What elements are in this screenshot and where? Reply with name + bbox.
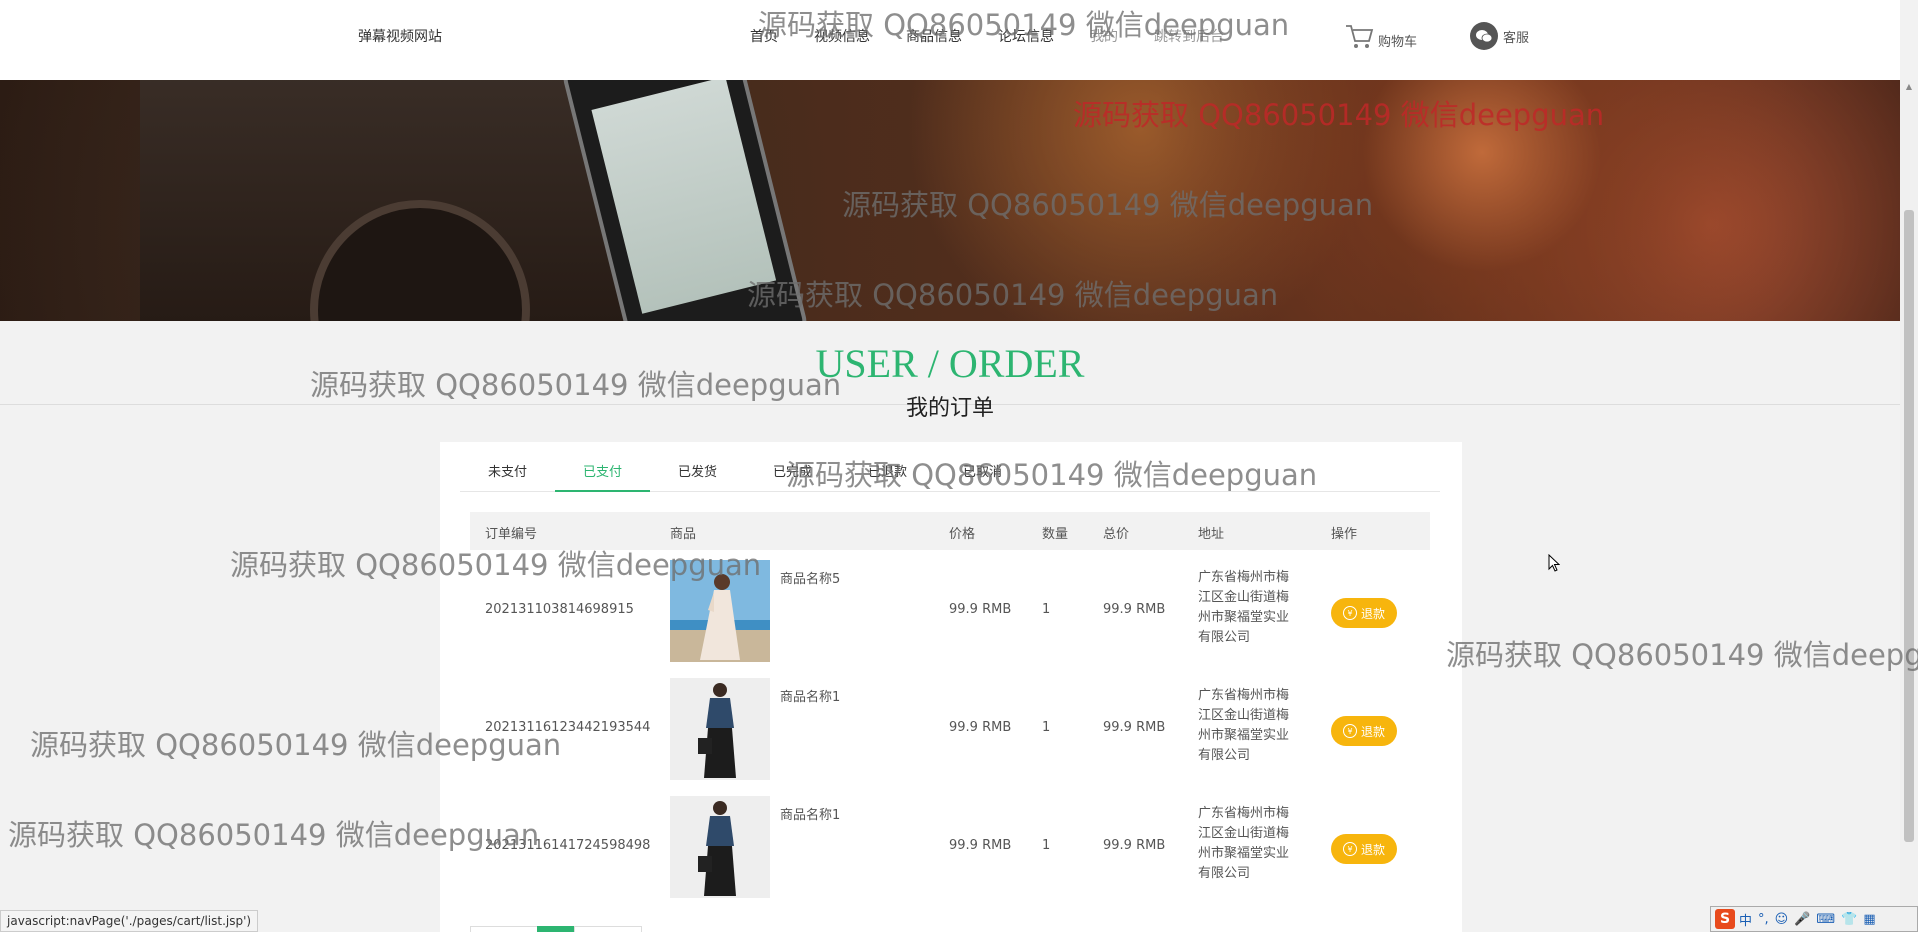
yen-icon: ¥ [1342, 842, 1357, 856]
order-status-tabs: 未支付 已支付 已发货 已完成 已退款 已取消 [460, 454, 1440, 492]
refund-label: 退款 [1360, 606, 1385, 621]
quantity: 1 [1042, 720, 1051, 735]
page-prev-button[interactable] [470, 926, 538, 932]
address: 广东省梅州市梅江区金山街道梅州市聚福堂实业有限公司 [1198, 806, 1290, 881]
section-title: USER / ORDER [815, 341, 1085, 386]
tab-completed[interactable]: 已完成 [745, 454, 840, 491]
main-nav: 首页 视频信息 商品信息 论坛信息 我的 跳转到后台 [750, 26, 1260, 46]
order-number: 202131103814698915 [485, 602, 634, 617]
pagination [470, 926, 642, 932]
quantity: 1 [1042, 602, 1051, 617]
mouse-cursor-icon [1548, 554, 1560, 572]
tab-unpaid[interactable]: 未支付 [460, 454, 555, 491]
wechat-icon [1470, 22, 1498, 50]
nav-admin[interactable]: 跳转到后台 [1154, 26, 1224, 46]
order-number: 20213116123442193544 [485, 720, 651, 735]
refund-label: 退款 [1360, 842, 1385, 857]
ime-voice-icon[interactable]: 🎤 [1794, 912, 1810, 927]
yen-icon: ¥ [1342, 724, 1357, 738]
cart-link[interactable]: 购物车 [1344, 22, 1417, 50]
shopping-cart-icon [1346, 25, 1374, 48]
sogou-logo-icon[interactable]: S [1715, 909, 1735, 929]
price: 99.9 RMB [949, 720, 1012, 735]
cart-label: 购物车 [1378, 35, 1418, 50]
col-product: 商品 [670, 527, 697, 542]
address: 广东省梅州市梅江区金山街道梅州市聚福堂实业有限公司 [1198, 688, 1290, 763]
col-price: 价格 [949, 527, 976, 542]
site-name[interactable]: 弹幕视频网站 [358, 26, 442, 46]
scrollbar-thumb[interactable] [1904, 210, 1914, 842]
nav-product-info[interactable]: 商品信息 [906, 26, 962, 46]
table-row: 202131103814698915 商品名称5 99.9 RMB 1 99.9… [470, 552, 1430, 670]
section-subtitle: 我的订单 [905, 396, 994, 421]
banner-image [0, 80, 1900, 321]
address: 广东省梅州市梅江区金山街道梅州市聚福堂实业有限公司 [1198, 570, 1290, 645]
price: 99.9 RMB [949, 838, 1012, 853]
watermark-text: 源码获取 QQ86050149 微信deepguan [1446, 638, 1918, 672]
ime-keyboard-icon[interactable]: ⌨ [1816, 912, 1835, 927]
col-address: 地址 [1198, 527, 1225, 542]
col-total: 总价 [1103, 527, 1130, 542]
orders-panel: 未支付 已支付 已发货 已完成 已退款 已取消 订单编号 商品 价格 数量 总价… [440, 442, 1462, 932]
nav-mine[interactable]: 我的 [1090, 26, 1118, 46]
tab-paid[interactable]: 已支付 [555, 454, 650, 492]
ime-language-toggle[interactable]: 中 [1739, 910, 1752, 929]
refund-button[interactable]: ¥ 退款 [1331, 598, 1397, 628]
tab-cancelled[interactable]: 已取消 [935, 454, 1030, 491]
customer-service-link[interactable]: 客服 [1470, 22, 1529, 50]
product-name[interactable]: 商品名称1 [780, 686, 840, 705]
refund-label: 退款 [1360, 724, 1385, 739]
product-thumbnail[interactable] [670, 560, 770, 662]
ime-menu-icon[interactable]: ▦ [1863, 912, 1875, 927]
order-number: 20213116141724598498 [485, 838, 651, 853]
col-action: 操作 [1331, 527, 1358, 542]
total-price: 99.9 RMB [1103, 602, 1166, 617]
total-price: 99.9 RMB [1103, 720, 1166, 735]
top-navigation-bar: 弹幕视频网站 首页 视频信息 商品信息 论坛信息 我的 跳转到后台 购物车 客服 [0, 0, 1900, 80]
table-row: 20213116123442193544 商品名称1 99.9 RMB 1 99… [470, 670, 1430, 788]
product-thumbnail[interactable] [670, 796, 770, 898]
page-next-button[interactable] [574, 926, 642, 932]
product-thumbnail[interactable] [670, 678, 770, 780]
product-name[interactable]: 商品名称1 [780, 804, 840, 823]
quantity: 1 [1042, 838, 1051, 853]
product-name[interactable]: 商品名称5 [780, 568, 840, 587]
ime-toolbar: S 中 °, ☺ 🎤 ⌨ 👕 ▦ [1710, 906, 1918, 932]
nav-forum-info[interactable]: 论坛信息 [998, 26, 1054, 46]
nav-home[interactable]: 首页 [750, 26, 778, 46]
ime-emoji-icon[interactable]: ☺ [1775, 912, 1789, 927]
price: 99.9 RMB [949, 602, 1012, 617]
service-label: 客服 [1503, 30, 1530, 46]
yen-icon: ¥ [1342, 606, 1357, 620]
col-qty: 数量 [1042, 527, 1069, 542]
page-current-button[interactable] [537, 926, 575, 932]
tab-shipped[interactable]: 已发货 [650, 454, 745, 491]
total-price: 99.9 RMB [1103, 838, 1166, 853]
table-header: 订单编号 商品 价格 数量 总价 地址 操作 [470, 512, 1430, 550]
ime-punctuation-icon[interactable]: °, [1758, 912, 1769, 927]
col-order-no: 订单编号 [485, 527, 538, 542]
nav-video-info[interactable]: 视频信息 [814, 26, 870, 46]
table-row: 20213116141724598498 商品名称1 99.9 RMB 1 99… [470, 788, 1430, 906]
refund-button[interactable]: ¥ 退款 [1331, 716, 1397, 746]
refund-button[interactable]: ¥ 退款 [1331, 834, 1397, 864]
tab-refunded[interactable]: 已退款 [840, 454, 935, 491]
scroll-up-arrow-icon[interactable]: ▲ [1903, 82, 1915, 92]
browser-status-bar: javascript:navPage('./pages/cart/list.js… [0, 910, 259, 932]
ime-skin-icon[interactable]: 👕 [1841, 912, 1857, 927]
